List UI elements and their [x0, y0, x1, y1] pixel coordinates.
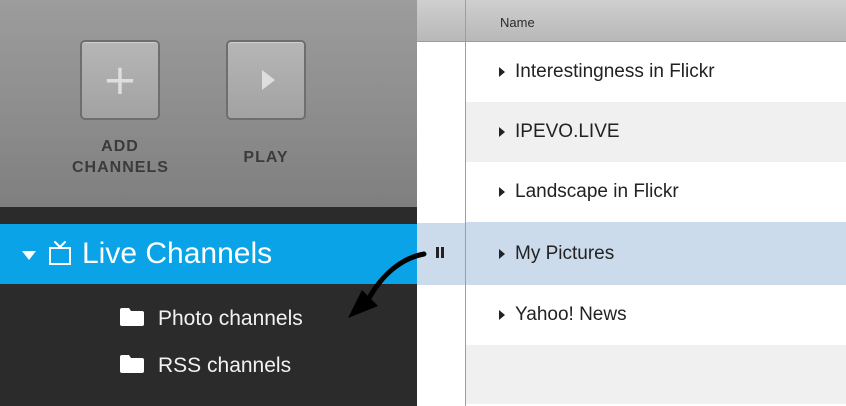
row-label: My Pictures — [515, 242, 615, 264]
table-header: Name — [466, 0, 846, 42]
play-icon — [261, 70, 275, 90]
triangle-right-icon[interactable] — [499, 67, 505, 77]
sidebar-item-label: Photo channels — [158, 307, 303, 330]
triangle-right-icon[interactable] — [499, 127, 505, 137]
sidebar-item-rss-channels[interactable]: RSS channels — [120, 351, 291, 381]
row-label: Yahoo! News — [515, 304, 627, 325]
add-channels-button[interactable]: + ADD CHANNELS — [72, 40, 168, 178]
chevron-down-icon[interactable] — [22, 251, 36, 260]
channel-table: Name Interestingness in Flickr IPEVO.LIV… — [466, 0, 846, 406]
play-tile[interactable] — [226, 40, 306, 120]
add-channels-tile[interactable]: + — [80, 40, 160, 120]
table-row[interactable]: Interestingness in Flickr — [466, 42, 846, 102]
table-row[interactable]: Landscape in Flickr — [466, 162, 846, 222]
triangle-right-icon[interactable] — [499, 248, 505, 259]
status-column-header — [417, 0, 465, 42]
triangle-right-icon[interactable] — [499, 310, 505, 320]
table-row[interactable]: IPEVO.LIVE — [466, 102, 846, 162]
sidebar-item-label: RSS channels — [158, 354, 292, 377]
folder-icon — [120, 307, 144, 331]
status-column — [417, 0, 466, 406]
pause-icon[interactable] — [436, 247, 444, 258]
table-row-empty — [466, 345, 846, 404]
live-channels-item[interactable]: Live Channels — [0, 224, 417, 284]
table-row[interactable]: Yahoo! News — [466, 285, 846, 345]
sidebar-item-photo-channels[interactable]: Photo channels — [120, 304, 303, 334]
row-label: Interestingness in Flickr — [515, 61, 715, 82]
sidebar: + ADD CHANNELS PLAY Live Channels Photo … — [0, 0, 417, 406]
live-channels-label: Live Channels — [82, 237, 273, 270]
folder-icon — [120, 354, 144, 378]
play-label: PLAY — [243, 149, 289, 166]
add-channels-label: ADD CHANNELS — [72, 138, 169, 176]
column-header-name[interactable]: Name — [500, 15, 535, 30]
toolbar: + ADD CHANNELS PLAY — [0, 0, 417, 207]
row-label: Landscape in Flickr — [515, 181, 679, 202]
triangle-right-icon[interactable] — [499, 187, 505, 197]
table-row-selected[interactable]: My Pictures — [466, 222, 846, 285]
row-label: IPEVO.LIVE — [515, 121, 620, 142]
tv-icon — [48, 240, 72, 271]
play-button[interactable]: PLAY — [218, 40, 314, 168]
plus-icon: + — [102, 55, 138, 104]
